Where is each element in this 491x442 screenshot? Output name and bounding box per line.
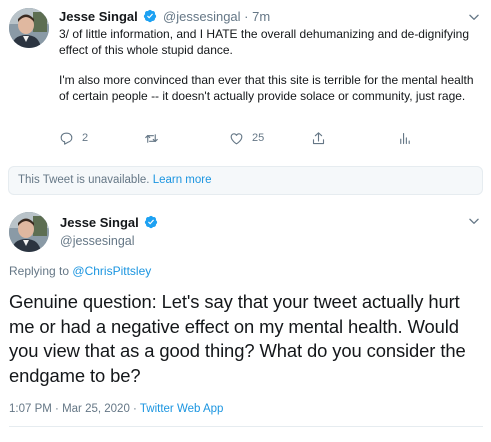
analytics-icon — [400, 132, 410, 144]
separator: · — [133, 403, 137, 415]
author-name[interactable]: Jesse Singal — [59, 9, 138, 24]
tweet-date[interactable]: Mar 25, 2020 — [62, 403, 130, 415]
avatar-photo — [9, 8, 49, 48]
tweet-meta: 1:07 PM · Mar 25, 2020 · Twitter Web App — [9, 401, 223, 417]
tweet-text: Genuine question: Let's say that your tw… — [9, 291, 466, 386]
verified-badge-icon — [145, 215, 158, 229]
replying-to: Replying to @ChrisPittsley — [9, 263, 151, 279]
author-name[interactable]: Jesse Singal — [60, 215, 139, 230]
author-handle[interactable]: @jessesingal — [60, 233, 135, 249]
tweet-text: 3/ of little information, and I HATE the… — [59, 27, 479, 119]
tweet-paragraph: 3/ of little information, and I HATE the… — [59, 27, 470, 57]
share-icon — [312, 131, 325, 144]
replying-to-link[interactable]: @ChrisPittsley — [72, 264, 151, 278]
tweet-header: Jesse Singal @jessesingal · 7m — [59, 8, 461, 26]
tweet-actions: 2 25 — [59, 129, 419, 147]
divider — [9, 426, 483, 427]
tweet-time[interactable]: 1:07 PM — [9, 403, 52, 415]
tweet-context[interactable]: Jesse Singal @jessesingal · 7m 3/ of lit… — [0, 0, 491, 160]
tweet-paragraph: I'm also more convinced than ever that t… — [59, 73, 474, 103]
chevron-down-icon[interactable] — [467, 214, 481, 228]
avatar[interactable] — [9, 8, 49, 48]
reply-count: 2 — [82, 132, 89, 144]
analytics-button[interactable] — [397, 129, 412, 147]
reply-button[interactable]: 2 — [59, 129, 88, 147]
replying-prefix: Replying to — [9, 264, 70, 278]
separator: · — [55, 403, 59, 415]
learn-more-link[interactable]: Learn more — [153, 174, 212, 186]
share-button[interactable] — [311, 129, 326, 147]
author-handle[interactable]: @jessesingal — [163, 9, 241, 24]
retweet-icon — [145, 133, 158, 143]
like-icon — [230, 132, 243, 144]
unavailable-tweet-notice: This Tweet is unavailable. Learn more — [8, 166, 483, 195]
like-count: 25 — [252, 132, 265, 144]
reply-icon — [60, 132, 73, 145]
retweet-button[interactable] — [144, 129, 167, 147]
avatar[interactable] — [9, 212, 49, 252]
avatar-photo — [9, 212, 49, 252]
like-button[interactable]: 25 — [229, 129, 264, 147]
unavailable-text: This Tweet is unavailable. — [18, 174, 150, 186]
tweet-time[interactable]: 7m — [252, 9, 270, 24]
chevron-down-icon[interactable] — [467, 10, 481, 24]
separator: · — [244, 9, 249, 24]
verified-badge-icon — [144, 9, 157, 23]
author-name-row: Jesse Singal — [60, 215, 160, 231]
source-link[interactable]: Twitter Web App — [140, 403, 224, 415]
